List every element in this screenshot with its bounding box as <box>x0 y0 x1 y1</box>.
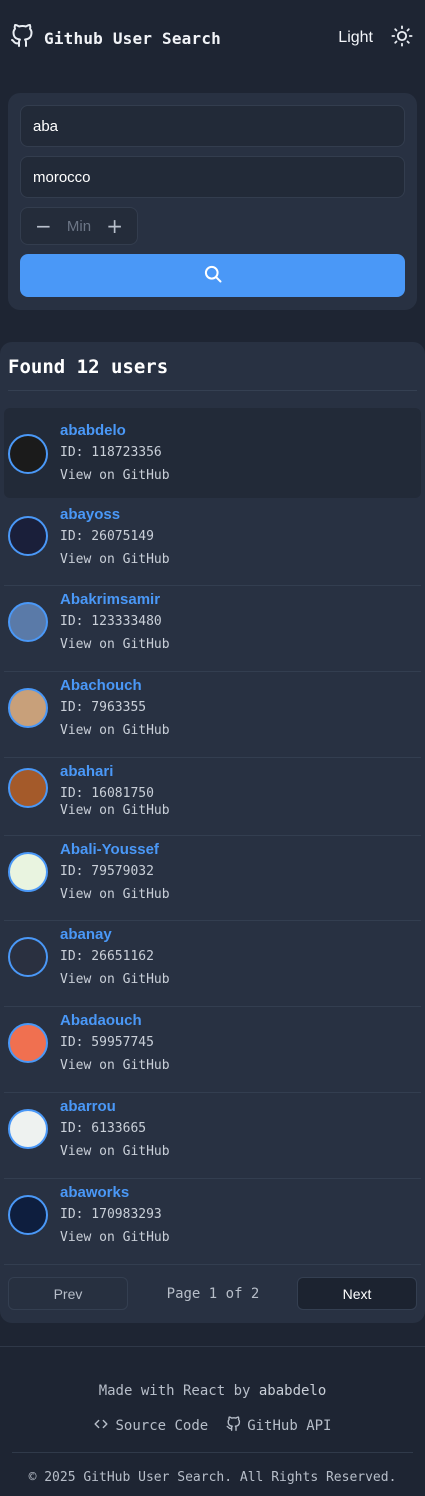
user-login-link[interactable]: ababdelo <box>60 422 126 439</box>
search-form: − Min + <box>8 93 417 310</box>
results-panel: Found 12 users ababdelo ID: 118723356 View… <box>0 342 425 1323</box>
user-id: ID: 79579032 <box>60 864 154 879</box>
github-icon <box>226 1416 241 1436</box>
user-id: ID: 59957745 <box>60 1035 154 1050</box>
avatar[interactable] <box>8 1109 48 1149</box>
view-on-github-link[interactable]: View on GitHub <box>60 1144 170 1159</box>
user-id: ID: 26651162 <box>60 949 154 964</box>
user-card[interactable]: Abadaouch ID: 59957745 View on GitHub <box>4 1007 421 1093</box>
made-with-text: Made with React by ababdelo <box>0 1383 425 1399</box>
user-login-link[interactable]: Abakrimsamir <box>60 591 160 608</box>
min-repos-stepper[interactable]: − Min + <box>20 207 138 245</box>
search-button[interactable] <box>20 254 405 297</box>
user-card[interactable]: Abali-Youssef ID: 79579032 View on GitHub <box>4 836 421 921</box>
user-card[interactable]: abahari ID: 16081750 View on GitHub <box>4 758 421 836</box>
user-card[interactable]: Abakrimsamir ID: 123333480 View on GitHub <box>4 586 421 672</box>
user-id: ID: 123333480 <box>60 614 162 629</box>
theme-label[interactable]: Light <box>338 29 373 47</box>
view-on-github-link[interactable]: View on GitHub <box>60 1230 170 1245</box>
search-icon <box>203 264 223 287</box>
increment-button[interactable]: + <box>106 216 123 236</box>
user-id: ID: 170983293 <box>60 1207 162 1222</box>
view-on-github-link[interactable]: View on GitHub <box>60 887 170 902</box>
user-login-link[interactable]: abaworks <box>60 1184 129 1201</box>
location-input[interactable] <box>20 156 405 198</box>
user-login-link[interactable]: abahari <box>60 763 113 780</box>
divider <box>8 390 417 391</box>
user-card[interactable]: abarrou ID: 6133665 View on GitHub <box>4 1093 421 1179</box>
made-with-label: Made with React by <box>98 1383 251 1399</box>
avatar[interactable] <box>8 688 48 728</box>
user-id: ID: 16081750 <box>60 786 154 801</box>
github-api-label[interactable]: GitHub API <box>247 1418 331 1434</box>
github-icon <box>10 23 34 53</box>
prev-button[interactable]: Prev <box>8 1277 128 1310</box>
view-on-github-link[interactable]: View on GitHub <box>60 723 170 738</box>
user-login-link[interactable]: abanay <box>60 926 112 943</box>
user-id: ID: 118723356 <box>60 445 162 460</box>
view-on-github-link[interactable]: View on GitHub <box>60 552 170 567</box>
avatar[interactable] <box>8 1195 48 1235</box>
user-card[interactable]: Abachouch ID: 7963355 View on GitHub <box>4 672 421 758</box>
results-heading: Found 12 users <box>8 356 169 378</box>
user-card[interactable]: abaworks ID: 170983293 View on GitHub <box>4 1179 421 1265</box>
view-on-github-link[interactable]: View on GitHub <box>60 1058 170 1073</box>
user-login-link[interactable]: abarrou <box>60 1098 116 1115</box>
user-id: ID: 7963355 <box>60 700 147 715</box>
user-login-link[interactable]: Abachouch <box>60 677 142 694</box>
view-on-github-link[interactable]: View on GitHub <box>60 637 170 652</box>
next-button[interactable]: Next <box>297 1277 417 1310</box>
avatar[interactable] <box>8 434 48 474</box>
avatar[interactable] <box>8 516 48 556</box>
user-card[interactable]: abayoss ID: 26075149 View on GitHub <box>4 498 421 586</box>
decrement-button[interactable]: − <box>35 216 52 236</box>
view-on-github-link[interactable]: View on GitHub <box>60 468 170 483</box>
avatar[interactable] <box>8 768 48 808</box>
theme-toggle[interactable]: Light <box>338 25 413 51</box>
app-header: Github User Search Light <box>0 0 425 76</box>
copyright: © 2025 GitHub User Search. All Rights Re… <box>28 1470 397 1485</box>
divider <box>12 1452 413 1453</box>
avatar[interactable] <box>8 1023 48 1063</box>
user-card[interactable]: abanay ID: 26651162 View on GitHub <box>4 921 421 1007</box>
source-code-label[interactable]: Source Code <box>115 1418 208 1434</box>
brand: Github User Search <box>10 23 221 53</box>
page-info: Page 1 of 2 <box>166 1286 260 1302</box>
avatar[interactable] <box>8 852 48 892</box>
view-on-github-link[interactable]: View on GitHub <box>60 972 170 987</box>
footer-links: Source Code GitHub API <box>0 1416 425 1436</box>
avatar[interactable] <box>8 937 48 977</box>
code-icon <box>93 1417 109 1435</box>
view-on-github-link[interactable]: View on GitHub <box>60 803 170 818</box>
min-placeholder[interactable]: Min <box>67 218 91 235</box>
github-api-link[interactable]: GitHub API <box>226 1416 332 1436</box>
user-id: ID: 26075149 <box>60 529 154 544</box>
avatar[interactable] <box>8 602 48 642</box>
sun-icon[interactable] <box>391 25 413 51</box>
user-list: ababdelo ID: 118723356 View on GitHub abayo… <box>4 408 421 1265</box>
source-code-link[interactable]: Source Code <box>93 1416 208 1436</box>
author-link[interactable]: ababdelo <box>259 1383 326 1399</box>
user-login-link[interactable]: Abadaouch <box>60 1012 142 1029</box>
user-card[interactable]: ababdelo ID: 118723356 View on GitHub <box>4 408 421 498</box>
divider <box>0 1346 425 1347</box>
app-title: Github User Search <box>44 28 221 48</box>
user-login-link[interactable]: Abali-Youssef <box>60 841 159 858</box>
user-id: ID: 6133665 <box>60 1121 147 1136</box>
username-input[interactable] <box>20 105 405 147</box>
user-login-link[interactable]: abayoss <box>60 506 120 523</box>
